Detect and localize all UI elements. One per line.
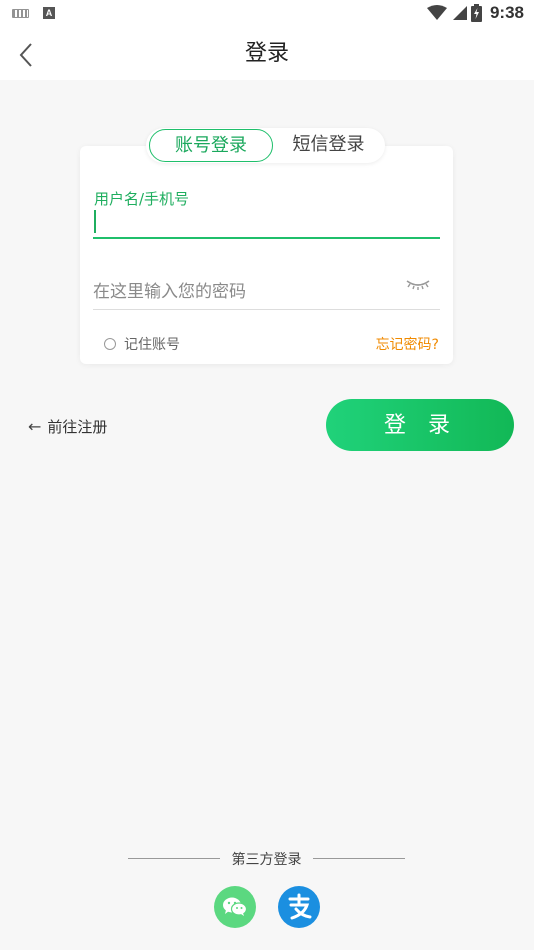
status-bar: A 9:38 <box>0 0 534 28</box>
keyboard-icon <box>12 8 29 18</box>
remember-account-toggle[interactable]: 记住账号 <box>104 334 180 354</box>
cellular-signal-icon <box>452 6 467 20</box>
tab-sms-login[interactable]: 短信登录 <box>276 128 381 163</box>
page-title: 登录 <box>244 41 289 66</box>
third-party-divider: 第三方登录 <box>128 849 405 869</box>
status-right: 9:38 <box>426 3 524 23</box>
remember-label: 记住账号 <box>124 337 180 353</box>
tab-account-login[interactable]: 账号登录 <box>149 129 273 162</box>
third-party-label: 第三方登录 <box>231 852 302 868</box>
battery-icon <box>470 4 482 22</box>
remember-radio[interactable] <box>104 338 116 350</box>
status-left: A <box>12 7 55 19</box>
username-input[interactable] <box>94 210 96 233</box>
alipay-login-button[interactable] <box>278 886 320 928</box>
alipay-icon <box>288 893 312 920</box>
divider-line-right <box>313 858 405 859</box>
login-mode-tabs: 账号登录 短信登录 <box>146 128 385 163</box>
password-underline <box>93 309 440 310</box>
login-card <box>80 146 453 364</box>
wifi-icon <box>426 5 447 20</box>
password-input[interactable] <box>93 278 393 306</box>
register-label: 前往注册 <box>47 418 108 436</box>
a-notification-icon: A <box>43 7 55 19</box>
login-button[interactable]: 登录 <box>326 399 514 451</box>
go-register-link[interactable]: ← 前往注册 <box>28 416 107 437</box>
arrow-left-icon: ← <box>28 417 42 436</box>
status-time: 9:38 <box>489 3 524 22</box>
wechat-icon <box>223 897 248 916</box>
wechat-login-button[interactable] <box>214 886 256 928</box>
username-label: 用户名/手机号 <box>94 190 190 208</box>
app-header: 登录 <box>0 28 534 80</box>
eye-closed-icon[interactable] <box>405 275 431 293</box>
forgot-password-link[interactable]: 忘记密码? <box>376 334 439 354</box>
username-underline <box>93 237 440 239</box>
